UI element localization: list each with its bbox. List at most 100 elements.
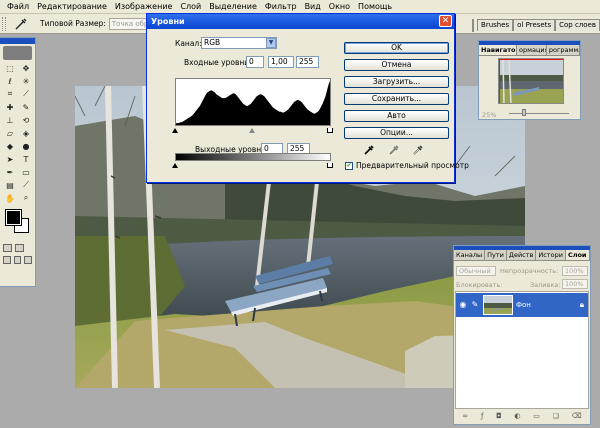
magic-wand-tool-icon[interactable]: ✳ (19, 75, 33, 87)
close-icon[interactable]: ✕ (439, 15, 452, 27)
foreground-color-swatch[interactable] (5, 209, 22, 226)
palette-tab-layer-comps[interactable]: Сор слоев (555, 19, 600, 31)
palette-tab-brushes[interactable]: Brushes (477, 19, 514, 31)
tab-channels[interactable]: Каналы (454, 250, 486, 260)
hand-tool-icon[interactable]: ✋ (3, 192, 17, 204)
paint-bucket-tool-icon[interactable]: ◈ (19, 127, 33, 139)
input-white-slider[interactable] (327, 128, 333, 133)
preview-checkbox[interactable]: ✔ (345, 162, 353, 170)
navigator-preview[interactable] (498, 58, 564, 104)
gray-eyedropper-icon[interactable] (388, 144, 400, 156)
output-white-slider[interactable] (327, 163, 333, 168)
healing-brush-tool-icon[interactable]: ✚ (3, 101, 17, 113)
tab-info[interactable]: ормация (516, 45, 547, 55)
menu-item-3[interactable]: Слой (176, 2, 205, 11)
quick-mask-mode-button[interactable] (15, 244, 24, 252)
full-screen-button[interactable] (24, 256, 33, 264)
menu-item-0[interactable]: Файл (3, 2, 33, 11)
input-gamma-slider[interactable] (249, 128, 255, 133)
opacity-field[interactable]: 100% (562, 266, 588, 276)
tab-actions[interactable]: Действ (506, 250, 537, 260)
fx-icon[interactable]: ƒ (481, 412, 483, 420)
brush-icon[interactable]: ✎ (470, 300, 480, 310)
channel-label: Канал: (175, 39, 202, 48)
crop-tool-icon[interactable]: ⌗ (3, 88, 17, 100)
clone-stamp-tool-icon[interactable]: ⊥ (3, 114, 17, 126)
folder-icon[interactable]: ▭ (533, 412, 540, 420)
tab-history[interactable]: Истори (536, 250, 566, 260)
palette-well-icon[interactable] (472, 19, 475, 32)
output-black-slider[interactable] (172, 163, 178, 168)
menu-item-8[interactable]: Помощь (354, 2, 396, 11)
lasso-tool-icon[interactable]: ℓ (3, 75, 17, 87)
zoom-tool-icon[interactable]: ⌕ (19, 192, 33, 204)
navigator-zoom-knob[interactable] (522, 109, 526, 116)
tab-histogram[interactable]: рограмма (546, 45, 581, 55)
shape-tool-icon[interactable]: ▭ (19, 166, 33, 178)
chevron-down-icon[interactable]: ▼ (266, 38, 276, 48)
notes-tool-icon[interactable]: ▤ (3, 179, 17, 191)
eyedropper-icon[interactable] (10, 16, 32, 32)
standard-screen-button[interactable] (3, 256, 11, 264)
cancel-button[interactable]: Отмена (344, 59, 449, 71)
histogram (175, 78, 331, 126)
navigator-zoom-slider[interactable] (509, 113, 569, 114)
white-eyedropper-icon[interactable] (412, 144, 424, 156)
trash-icon[interactable]: ⌫ (572, 412, 582, 420)
path-selection-tool-icon[interactable]: ➤ (3, 153, 17, 165)
black-eyedropper-icon[interactable] (363, 144, 375, 156)
sample-size-label: Типовой Размер: (40, 19, 106, 28)
history-brush-tool-icon[interactable]: ⟲ (19, 114, 33, 126)
eye-icon[interactable]: ◉ (458, 300, 468, 310)
menu-item-4[interactable]: Выделение (205, 2, 261, 11)
type-tool-icon[interactable]: T (19, 153, 33, 165)
eyedropper-tool-icon[interactable]: ⟋ (19, 179, 33, 191)
input-black-slider[interactable] (172, 128, 178, 133)
brush-tool-icon[interactable]: ✎ (19, 101, 33, 113)
blur-tool-icon[interactable]: ◆ (3, 140, 17, 152)
mask-icon[interactable]: ◘ (496, 412, 502, 420)
eraser-tool-icon[interactable]: ▱ (3, 127, 17, 139)
pen-tool-icon[interactable]: ✒ (3, 166, 17, 178)
blend-mode-select[interactable]: Обычный (456, 266, 496, 276)
toolbox-title-bar[interactable] (0, 38, 35, 44)
input-black-field[interactable]: 0 (246, 56, 264, 68)
load-button[interactable]: Загрузить... (344, 76, 449, 88)
save-button[interactable]: Сохранить... (344, 93, 449, 105)
levels-title: Уровни (151, 17, 185, 26)
input-white-field[interactable]: 255 (296, 56, 319, 68)
levels-dialog: Уровни ✕ Канал: RGB ▼ Входные уровни: 0 … (146, 13, 469, 183)
new-layer-icon[interactable]: ❏ (553, 412, 559, 420)
slice-tool-icon[interactable]: ⟋ (19, 88, 33, 100)
layers-footer: ∞ ƒ ◘ ◐ ▭ ❏ ⌫ (456, 412, 588, 420)
tab-layers[interactable]: Слои (565, 250, 590, 260)
adjustment-icon[interactable]: ◐ (514, 412, 520, 420)
tab-navigator[interactable]: Навигатор (479, 45, 517, 55)
app-logo[interactable] (3, 46, 32, 60)
edit-mode-buttons (3, 244, 32, 252)
menu-item-2[interactable]: Изображение (111, 2, 177, 11)
link-icon[interactable]: ∞ (462, 412, 468, 420)
standard-mode-button[interactable] (3, 244, 12, 252)
options-bar-grip[interactable] (2, 16, 6, 31)
lock-icon: 🔒︎ (579, 300, 584, 309)
menu-item-1[interactable]: Редактирование (33, 2, 111, 11)
navigator-zoom-value[interactable]: 25% (482, 111, 496, 119)
layer-row[interactable]: ◉ ✎ Фон 🔒︎ (456, 293, 588, 317)
levels-title-bar[interactable]: Уровни ✕ (147, 14, 454, 29)
full-screen-menu-button[interactable] (13, 256, 22, 264)
menu-item-6[interactable]: Вид (301, 2, 325, 11)
auto-button[interactable]: Авто (344, 110, 449, 122)
menu-item-5[interactable]: Фильтр (261, 2, 301, 11)
input-gamma-field[interactable]: 1,00 (268, 56, 294, 68)
tab-paths[interactable]: Пути (485, 250, 507, 260)
marquee-tool-icon[interactable]: ⬚ (3, 62, 17, 74)
options-button[interactable]: Опции... (344, 127, 449, 139)
menu-item-7[interactable]: Окно (325, 2, 354, 11)
fill-field[interactable]: 100% (562, 279, 588, 289)
navigator-view-box[interactable] (499, 59, 563, 103)
ok-button[interactable]: OK (344, 42, 449, 54)
move-tool-icon[interactable]: ✥ (19, 62, 33, 74)
dodge-tool-icon[interactable]: ● (19, 140, 33, 152)
palette-tab-tool-presets[interactable]: ol Presets (513, 19, 556, 31)
